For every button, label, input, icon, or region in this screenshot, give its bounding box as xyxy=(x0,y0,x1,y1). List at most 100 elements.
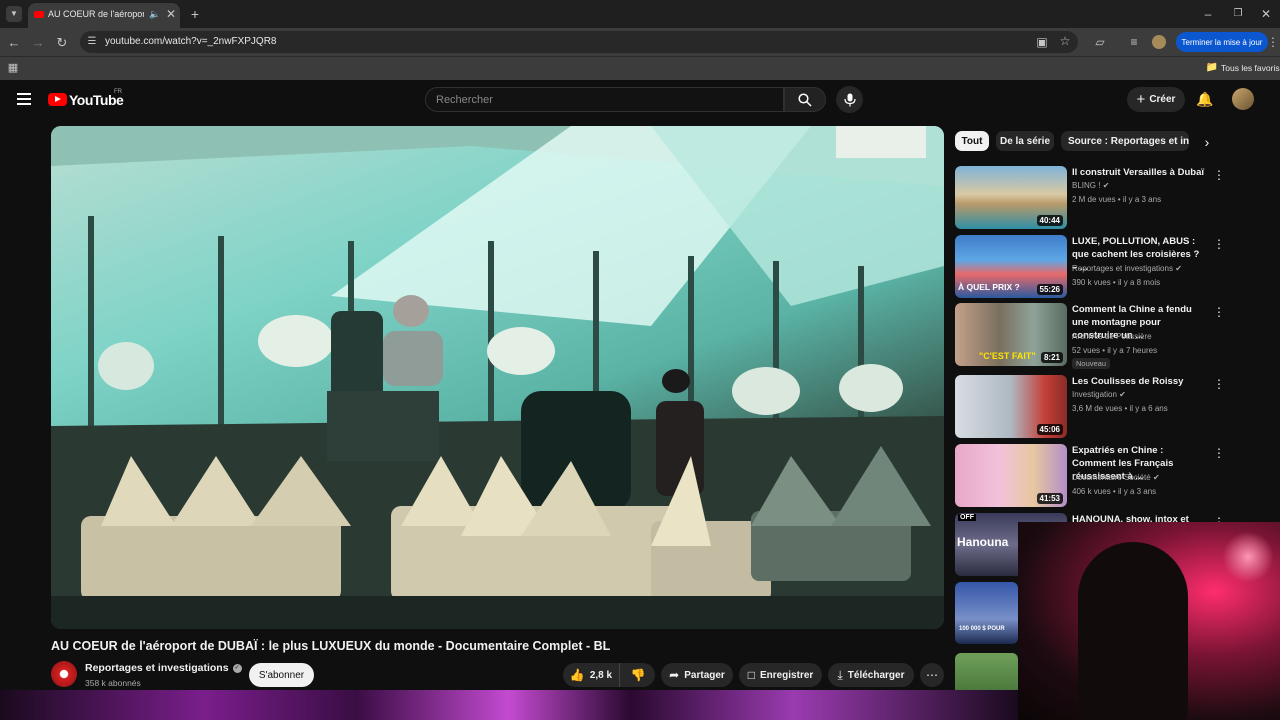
share-button[interactable]: ➦ Partager xyxy=(661,663,733,687)
download-button[interactable]: ⤓ Télécharger xyxy=(828,663,914,687)
search-input[interactable]: Rechercher xyxy=(425,87,784,112)
recommendation-item[interactable]: "C'EST FAIT" 8:21 Comment la Chine a fen… xyxy=(955,303,1255,371)
video-duration: 55:26 xyxy=(1036,284,1063,295)
search-button[interactable] xyxy=(784,87,826,112)
more-options-icon[interactable]: ⋮ xyxy=(1213,237,1225,251)
like-count: 2,8 k xyxy=(589,669,613,681)
search-placeholder: Rechercher xyxy=(436,94,493,106)
video-thumbnail[interactable]: "C'EST FAIT" 8:21 xyxy=(955,303,1067,366)
video-player[interactable] xyxy=(51,126,944,629)
chip-source-label: Source : Reportages et inves xyxy=(1068,135,1189,147)
recommendation-channel: Archives de Poussière xyxy=(1072,332,1152,341)
minimize-icon[interactable]: – xyxy=(1200,6,1216,22)
bottom-overlay-band xyxy=(0,690,1018,720)
menu-dots-icon[interactable]: ⋮ xyxy=(1267,34,1279,50)
back-icon[interactable]: ← xyxy=(6,34,22,50)
account-avatar[interactable] xyxy=(1232,88,1254,110)
video-duration: 41:53 xyxy=(1036,493,1063,504)
recommendation-meta: 2 M de vues • il y a 3 ans xyxy=(1072,195,1162,204)
close-window-icon[interactable]: ✕ xyxy=(1258,6,1274,22)
video-duration: 40:44 xyxy=(1036,215,1063,226)
recommendation-title[interactable]: Les Coulisses de Roissy xyxy=(1072,375,1207,388)
more-actions-button[interactable]: ⋯ xyxy=(920,663,944,687)
search-icon xyxy=(798,93,812,107)
recommendation-item[interactable]: À QUEL PRIX ? 55:26 LUXE, POLLUTION, ABU… xyxy=(955,235,1255,301)
share-label: Partager xyxy=(684,669,725,681)
save-label: Enregistrer xyxy=(759,669,814,681)
new-tab-icon[interactable]: + xyxy=(187,6,203,22)
country-code: FR xyxy=(114,89,122,95)
subscriber-count: 358 k abonnés xyxy=(85,678,141,688)
channel-avatar[interactable] xyxy=(51,661,77,687)
video-title: AU COEUR de l'aéroport de DUBAÏ : le plu… xyxy=(51,639,611,653)
recommendation-meta: 390 k vues • il y a 8 mois xyxy=(1072,278,1161,287)
save-button[interactable]: □ Enregistrer xyxy=(739,663,822,687)
browser-tab[interactable]: AU COEUR de l'aéroport de 🔈 ✕ xyxy=(28,3,180,28)
video-duration: 8:21 xyxy=(1040,352,1063,363)
recommendation-thumbnail-partial[interactable] xyxy=(955,653,1018,690)
close-tab-icon[interactable]: ✕ xyxy=(165,8,177,20)
video-thumbnail[interactable]: À QUEL PRIX ? 55:26 xyxy=(955,235,1067,298)
update-button[interactable]: Terminer la mise à jour xyxy=(1176,32,1268,52)
speaker-icon[interactable]: 🔈 xyxy=(149,8,161,20)
site-info-icon[interactable]: ☰ xyxy=(86,36,98,48)
recommendation-thumbnail-partial[interactable]: 100 000 $ POUR xyxy=(955,582,1018,644)
more-options-icon[interactable]: ⋮ xyxy=(1213,446,1225,460)
create-button[interactable]: + Créer xyxy=(1127,87,1185,112)
thumbnail-caption: Hanouna xyxy=(957,535,1009,549)
update-button-label: Terminer la mise à jour xyxy=(1181,37,1263,47)
youtube-logo[interactable]: YouTube FR xyxy=(48,89,128,108)
hamburger-menu-icon[interactable] xyxy=(17,93,31,105)
reload-icon[interactable]: ↻ xyxy=(54,34,70,50)
all-bookmarks-link[interactable]: Tous les favoris xyxy=(1221,63,1280,73)
like-button[interactable]: 👍 2,8 k xyxy=(563,663,620,687)
tab-list-icon[interactable]: ▼ xyxy=(6,6,22,22)
browser-tab-bar: ▼ AU COEUR de l'aéroport de 🔈 ✕ + – ❐ ✕ xyxy=(0,0,1280,28)
tab-title: AU COEUR de l'aéroport de xyxy=(48,9,144,19)
voice-search-button[interactable] xyxy=(836,86,863,113)
video-thumbnail[interactable]: 41:53 xyxy=(955,444,1067,507)
apps-grid-icon[interactable]: ▦ xyxy=(6,61,20,75)
maximize-icon[interactable]: ❐ xyxy=(1230,6,1246,22)
notifications-bell-icon[interactable]: 🔔 xyxy=(1196,91,1213,107)
plus-icon: + xyxy=(1136,91,1146,108)
address-bar[interactable]: ☰ youtube.com/watch?v=_2nwFXPJQR8 ▣ ☆ xyxy=(80,31,1078,53)
recommendation-item[interactable]: 41:53 Expatriés en Chine : Comment les F… xyxy=(955,444,1255,510)
bookmark-star-icon[interactable]: ☆ xyxy=(1059,35,1071,47)
dislike-button[interactable]: 👎 xyxy=(621,663,655,687)
chip-series-label: De la série xyxy=(999,135,1051,147)
recommendation-meta: 406 k vues • il y a 3 ans xyxy=(1072,487,1157,496)
light-dots xyxy=(1218,527,1278,587)
thumbnail-caption: "C'EST FAIT" xyxy=(979,351,1036,361)
cast-icon[interactable]: ▣ xyxy=(1036,36,1048,48)
chip-source[interactable]: Source : Reportages et inves xyxy=(1061,131,1189,151)
thumbnail-caption: À QUEL PRIX ? xyxy=(958,282,1020,292)
more-options-icon[interactable]: ⋮ xyxy=(1213,168,1225,182)
profile-avatar[interactable] xyxy=(1152,35,1166,49)
browser-toolbar: ← → ↻ ☰ youtube.com/watch?v=_2nwFXPJQR8 … xyxy=(0,28,1280,56)
reading-list-icon[interactable]: ≡ xyxy=(1126,34,1142,50)
extensions-icon[interactable]: ▱ xyxy=(1092,34,1108,50)
thumbnail-caption: 100 000 $ POUR xyxy=(959,626,1005,632)
thumbs-up-icon: 👍 xyxy=(569,668,585,682)
recommendation-item[interactable]: 45:06 Les Coulisses de Roissy Investigat… xyxy=(955,375,1255,441)
recommendation-channel: BLING ! ✔ xyxy=(1072,181,1110,190)
more-options-icon[interactable]: ⋮ xyxy=(1213,305,1225,319)
recommendation-title[interactable]: Il construit Versailles à Dubaï xyxy=(1072,166,1207,179)
video-thumbnail[interactable]: 45:06 xyxy=(955,375,1067,438)
url-text[interactable]: youtube.com/watch?v=_2nwFXPJQR8 xyxy=(105,36,276,47)
channel-name[interactable]: Reportages et investigations xyxy=(85,662,229,674)
video-thumbnail[interactable]: 40:44 xyxy=(955,166,1067,229)
subscribe-button[interactable]: S'abonner xyxy=(249,663,314,687)
more-options-icon[interactable]: ⋮ xyxy=(1213,377,1225,391)
recommendation-item[interactable]: 40:44 Il construit Versailles à Dubaï BL… xyxy=(955,166,1255,232)
forward-icon[interactable]: → xyxy=(30,34,46,50)
verified-icon: ✔ xyxy=(1102,181,1110,190)
chip-series[interactable]: De la série xyxy=(996,131,1054,151)
create-label: Créer xyxy=(1149,94,1176,105)
recommendation-channel: Investigation ✔ xyxy=(1072,390,1126,399)
verified-icon: ✔ xyxy=(1175,264,1182,273)
subscribe-label: S'abonner xyxy=(258,669,305,681)
chevron-right-icon[interactable]: › xyxy=(1199,134,1215,150)
chip-all[interactable]: Tout xyxy=(955,131,989,151)
